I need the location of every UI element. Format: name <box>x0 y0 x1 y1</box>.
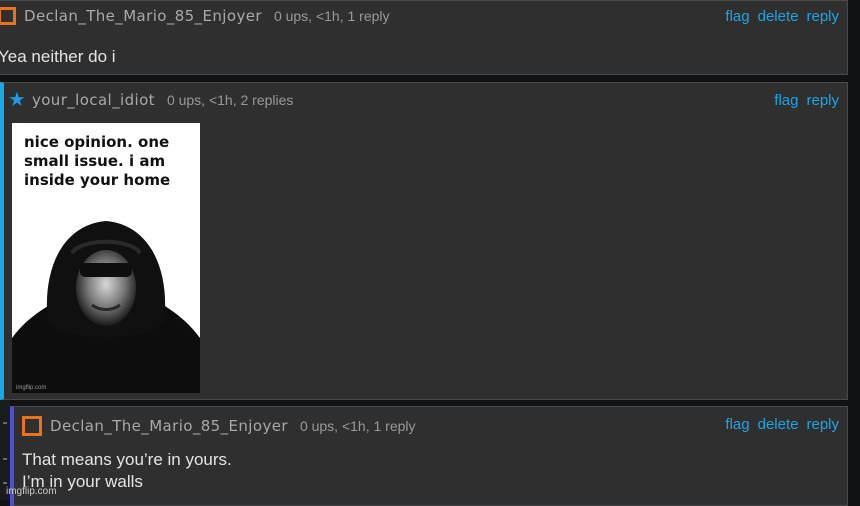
comment-text-line-1: That means you’re in yours. <box>22 450 232 469</box>
reply-link[interactable]: reply <box>806 416 839 433</box>
delete-link[interactable]: delete <box>758 416 799 433</box>
rail-tick <box>3 422 7 424</box>
comment-header: ★ your_local_idiot 0 ups, <1h, 2 replies… <box>4 83 847 117</box>
comment-text: Yea neither do i <box>0 47 116 66</box>
comment-3: Declan_The_Mario_85_Enjoyer 0 ups, <1h, … <box>10 406 848 506</box>
comment-meta: 0 ups, <1h, 1 reply <box>273 8 390 24</box>
flag-link[interactable]: flag <box>725 416 749 433</box>
comment-meta: 0 ups, <1h, 1 reply <box>299 418 416 434</box>
comment-meta: 0 ups, <1h, 2 replies <box>166 92 294 108</box>
star-avatar-icon[interactable]: ★ <box>8 90 26 110</box>
rail-tick <box>3 458 7 460</box>
meme-watermark: imgflip.com <box>16 385 47 391</box>
comment-actions: flag delete reply <box>725 8 839 25</box>
reply-link[interactable]: reply <box>806 8 839 25</box>
flag-link[interactable]: flag <box>725 8 749 25</box>
flag-link[interactable]: flag <box>774 92 798 109</box>
comment-1: Declan_The_Mario_85_Enjoyer 0 ups, <1h, … <box>0 0 848 75</box>
username[interactable]: Declan_The_Mario_85_Enjoyer <box>24 7 262 25</box>
comment-header: Declan_The_Mario_85_Enjoyer 0 ups, <1h, … <box>14 407 847 445</box>
imgflip-watermark: imgflip.com <box>6 486 57 497</box>
comment-header: Declan_The_Mario_85_Enjoyer 0 ups, <1h, … <box>0 1 847 31</box>
comment-actions: flag delete reply <box>725 416 839 433</box>
reply-link[interactable]: reply <box>806 92 839 109</box>
thread-indent-rail <box>0 400 10 500</box>
square-avatar-icon[interactable] <box>0 7 16 25</box>
comment-actions: flag reply <box>774 92 839 109</box>
comment-2: ★ your_local_idiot 0 ups, <1h, 2 replies… <box>0 82 848 400</box>
rail-tick <box>3 482 7 484</box>
delete-link[interactable]: delete <box>758 8 799 25</box>
username[interactable]: your_local_idiot <box>32 91 155 109</box>
username[interactable]: Declan_The_Mario_85_Enjoyer <box>50 417 288 435</box>
meme-image[interactable]: nice opinion. one small issue. i am insi… <box>12 123 200 393</box>
hooded-figure-illustration <box>12 221 200 393</box>
square-avatar-icon[interactable] <box>22 416 42 436</box>
